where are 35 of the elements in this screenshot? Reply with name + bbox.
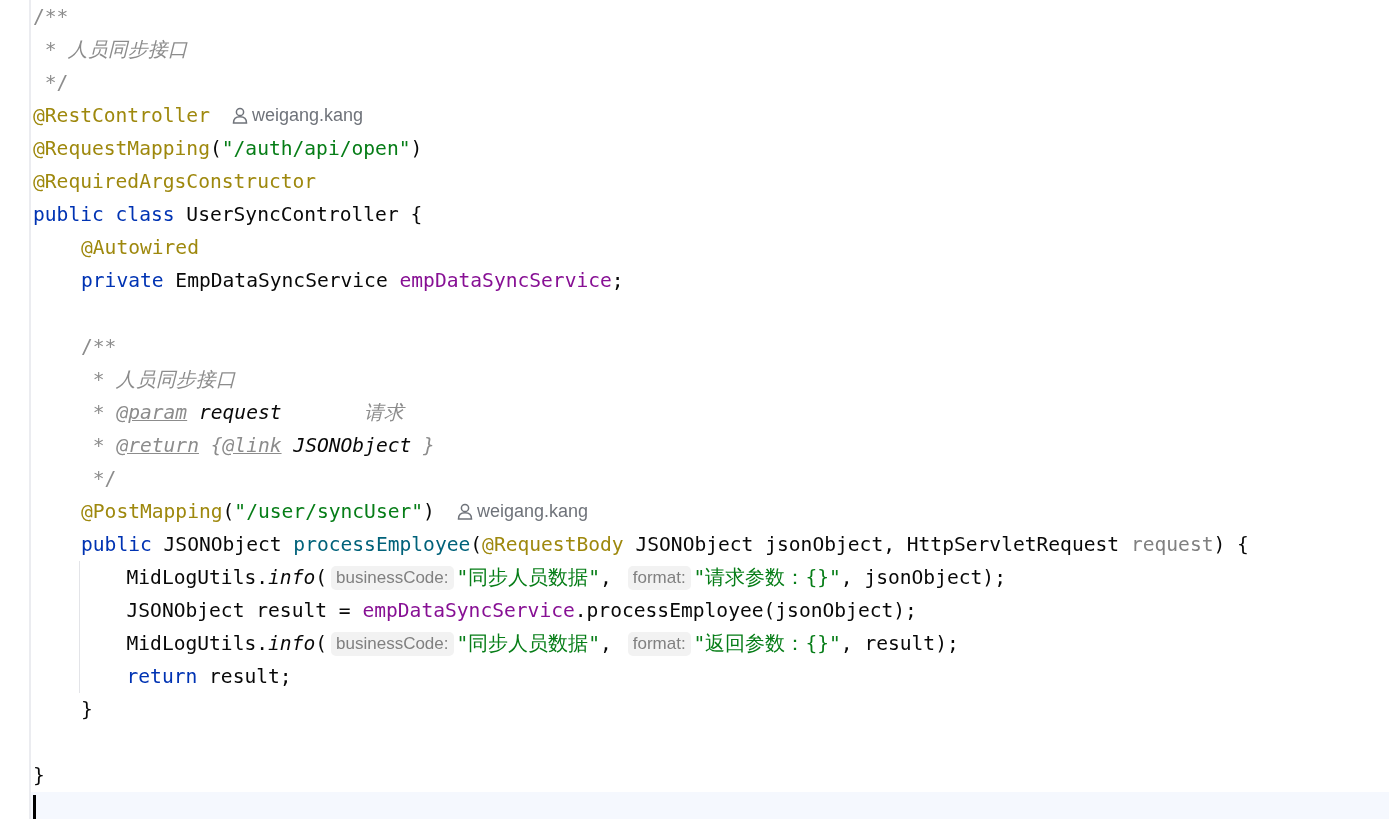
code-text: "同步人员数据", [456, 631, 613, 657]
code-text: @RequestMapping("/auth/api/open") [33, 137, 423, 160]
person-icon [231, 107, 248, 124]
code-text: * @return {@link JSONObject } [91, 434, 435, 457]
code-text: "返回参数：{}", result); [693, 631, 959, 657]
person-icon [456, 503, 473, 520]
code-text: } [81, 698, 93, 721]
author-name: weigang.kang [251, 105, 364, 126]
code-text: @PostMapping("/user/syncUser") [81, 500, 435, 523]
parameter-hint: businessCode: [331, 631, 454, 656]
code-text: return result; [126, 665, 292, 688]
code-text: * @param request 请求 [91, 400, 405, 426]
code-text: */ [91, 467, 117, 490]
code-text: "请求参数：{}", jsonObject); [693, 565, 1006, 591]
code-text: /** [33, 5, 69, 28]
parameter-hint: businessCode: [331, 565, 454, 590]
code-text: @Autowired [81, 236, 199, 259]
author-name: weigang.kang [476, 501, 588, 522]
code-text: JSONObject result = empDataSyncService.processEmployee(jsonObject); [126, 599, 917, 622]
code-text: MidLogUtils.info( [126, 632, 328, 655]
code-text: /** [81, 335, 117, 358]
text-caret [33, 795, 36, 819]
code-text: */ [43, 71, 69, 94]
code-text: * 人员同步接口 [43, 37, 189, 63]
code-text: * 人员同步接口 [91, 367, 237, 393]
code-text: "同步人员数据", [456, 565, 613, 591]
code-text: } [33, 764, 45, 787]
code-text: public JSONObject processEmployee(@RequestBody JSONObject jsonObject, HttpServletRequest request) { [81, 533, 1249, 556]
parameter-hint: format: [627, 565, 691, 590]
code-text: @RestController [33, 104, 210, 127]
code-text: @RequiredArgsConstructor [33, 170, 317, 193]
code-text: public class UserSyncController { [33, 203, 423, 226]
code-text: private EmpDataSyncService empDataSyncService; [81, 269, 624, 292]
code-text: MidLogUtils.info( [126, 566, 328, 589]
parameter-hint: format: [627, 631, 691, 656]
